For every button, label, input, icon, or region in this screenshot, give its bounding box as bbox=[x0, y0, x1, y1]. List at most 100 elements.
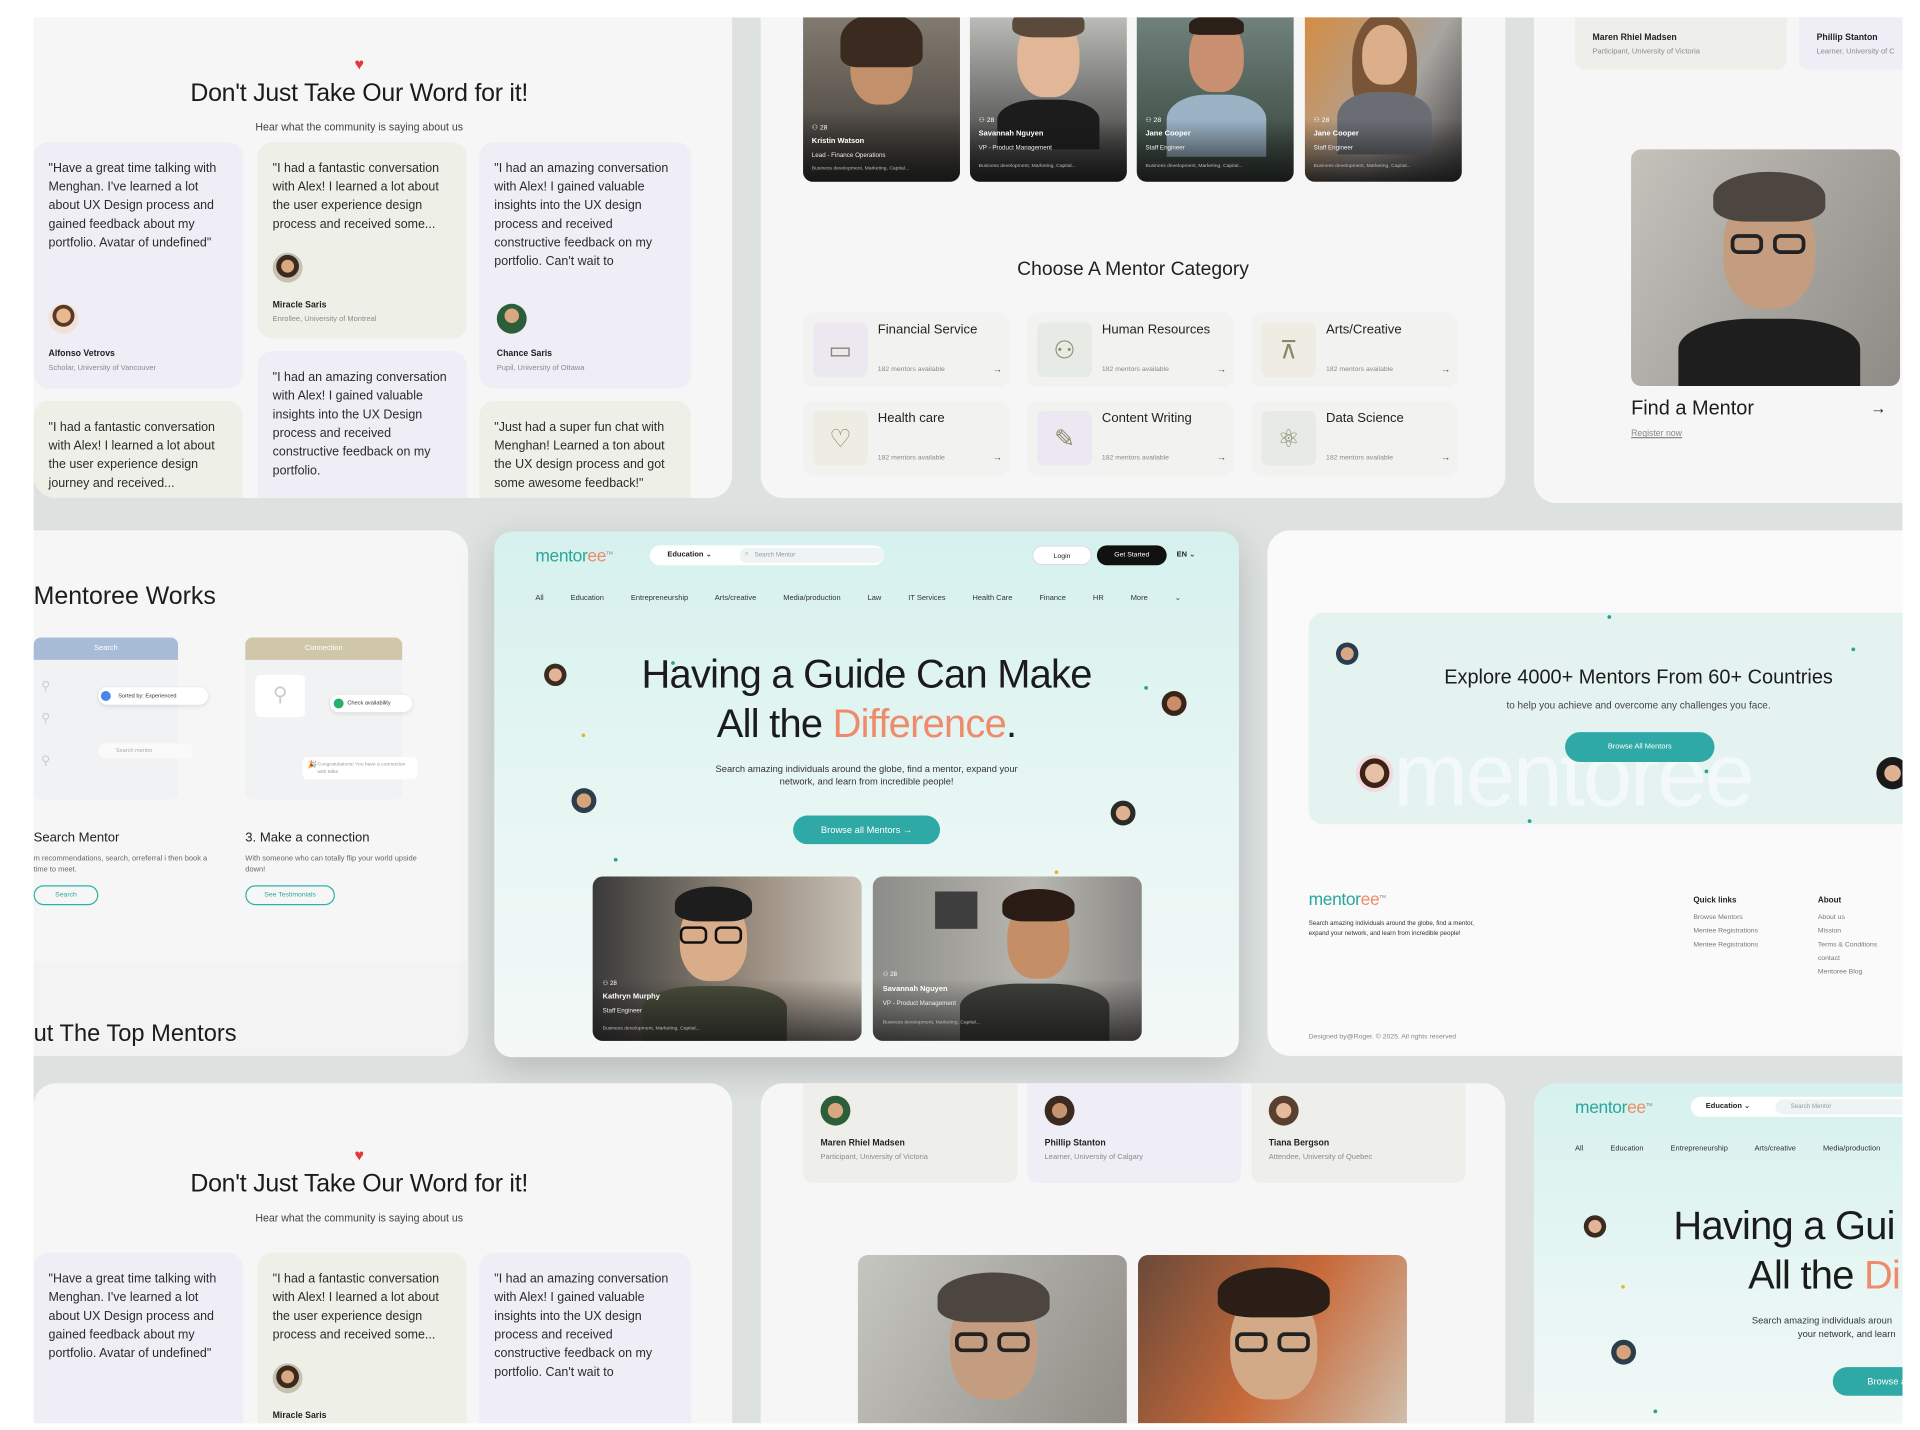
mentor-count: ⚇ 28 bbox=[978, 117, 995, 125]
footer-link[interactable]: Mentee Registrations bbox=[1693, 939, 1758, 953]
find-mentor-title[interactable]: Find a Mentor bbox=[1631, 398, 1754, 420]
nav-item[interactable]: Health Care bbox=[973, 595, 1013, 602]
nav-item[interactable]: Education bbox=[571, 595, 604, 602]
testimonial-card: "I had an amazing conversation with Alex… bbox=[479, 1252, 692, 1424]
category-card-data-science[interactable]: ⚛ Data Science 182 mentors available → bbox=[1251, 400, 1459, 476]
footer-link[interactable]: Mentee Registrations bbox=[1693, 925, 1758, 939]
avatar bbox=[1611, 1339, 1637, 1365]
testimonial-mini: Tiana Bergson Attendee, University of Qu… bbox=[1251, 1083, 1466, 1183]
login-button[interactable]: Login bbox=[1032, 545, 1092, 566]
mentoree-logo[interactable]: mentoreeTM bbox=[535, 545, 613, 565]
mentor-card[interactable]: ⚇ 28 Kristin Watson Lead - Finance Opera… bbox=[803, 17, 960, 182]
mentor-card[interactable]: ⚇ 28 Jane Cooper Staff Engineer Business… bbox=[1136, 17, 1294, 182]
see-testimonials-button[interactable]: See Testimonials bbox=[245, 885, 335, 906]
search-illustration: Search ⚲ ⚲ ⚲ Sorted by: Experienced Sear… bbox=[33, 637, 208, 800]
browse-all-mentors-button[interactable]: Browse All Mentors bbox=[1565, 732, 1715, 763]
card-tab: Search bbox=[33, 637, 179, 660]
sort-chip[interactable]: Sorted by: Experienced bbox=[98, 687, 208, 705]
education-dropdown[interactable]: Education ⌄ bbox=[1706, 1102, 1750, 1110]
footer-link[interactable]: contact bbox=[1818, 953, 1877, 967]
get-started-button[interactable]: Get Started bbox=[1096, 545, 1167, 566]
mentoree-logo[interactable]: mentoreeTM bbox=[1575, 1097, 1653, 1117]
mentor-photo[interactable] bbox=[1631, 149, 1901, 386]
testimonial-card: "I had a fantastic conversation with Ale… bbox=[257, 1252, 467, 1424]
nav-item[interactable]: HR bbox=[1093, 595, 1104, 602]
search-input[interactable]: Search Mentor bbox=[739, 547, 885, 563]
mentor-tags: Business development, Marketing, Capital… bbox=[602, 1024, 700, 1031]
sort-icon bbox=[100, 691, 111, 701]
mentor-card[interactable]: ⚇ 28 Savannah Nguyen VP - Product Manage… bbox=[872, 876, 1142, 1041]
mentor-card[interactable]: ⚇ 28 Kathryn Murphy Staff Engineer Busin… bbox=[592, 876, 862, 1041]
quick-links: Quick links Browse Mentors Mentee Regist… bbox=[1693, 894, 1758, 953]
nav-item[interactable]: All bbox=[1575, 1145, 1583, 1152]
hand-heart-icon: ♡ bbox=[813, 410, 868, 466]
search-button[interactable]: Search bbox=[33, 885, 99, 906]
mentor-role: VP - Product Management bbox=[882, 999, 957, 1008]
search-bar[interactable]: Education ⌄ Search Mentor bbox=[1690, 1096, 1903, 1117]
nav-item[interactable]: Arts/creative bbox=[1754, 1145, 1796, 1152]
atom-icon: ⚛ bbox=[1261, 410, 1317, 466]
mentor-name: Kristin Watson bbox=[811, 138, 865, 146]
footer-link[interactable]: About us bbox=[1818, 911, 1877, 925]
hero-description: Search amazing individuals aroun bbox=[1751, 1314, 1893, 1327]
hero-panel-crop: mentoreeTM Education ⌄ Search Mentor All… bbox=[1533, 1083, 1903, 1424]
education-dropdown[interactable]: Education ⌄ bbox=[667, 550, 711, 559]
easel-icon: ⊼ bbox=[1261, 322, 1317, 378]
search-bar[interactable]: Education ⌄ Search Mentor ⌕ bbox=[649, 545, 885, 566]
browse-mentors-button[interactable]: Browse all bbox=[1832, 1367, 1903, 1396]
user-icon: ⚲ bbox=[255, 674, 306, 718]
nav-item[interactable]: Media/production bbox=[783, 595, 840, 602]
nav-item[interactable]: All bbox=[535, 595, 543, 602]
arrow-right-icon[interactable]: → bbox=[1870, 398, 1886, 417]
avatar bbox=[1268, 1095, 1299, 1126]
search-input[interactable]: Search Mentor bbox=[1775, 1099, 1903, 1115]
mentor-card[interactable]: ⚇ 28 Savannah Nguyen VP - Product Manage… bbox=[969, 17, 1127, 182]
testimonial-mini: Maren Rhiel Madsen Participant, Universi… bbox=[1575, 17, 1787, 70]
mentor-card[interactable]: ⚇ 28 Jane Cooper Staff Engineer Business… bbox=[1304, 17, 1462, 182]
section-heading: Mentoree Works bbox=[33, 582, 216, 611]
nav-item[interactable]: Finance bbox=[1039, 595, 1066, 602]
search-mentor-field[interactable]: Search mentor bbox=[98, 743, 193, 759]
connection-illustration: Connection ⚲ Check availability Congratu… bbox=[245, 637, 418, 800]
category-card-health[interactable]: ♡ Health care 182 mentors available → bbox=[803, 400, 1010, 476]
mentor-count: ⚇ 28 bbox=[602, 979, 617, 988]
language-select[interactable]: EN ⌄ bbox=[1177, 550, 1196, 559]
footer-link[interactable]: Browse Mentors bbox=[1693, 911, 1758, 925]
mentor-tags: Business development, Marketing, Capital… bbox=[882, 1018, 980, 1025]
footer-link[interactable]: Terms & Conditions bbox=[1818, 939, 1877, 953]
author-role: Scholar, University of Vancouver bbox=[48, 364, 156, 373]
testimonial-mini: Maren Rhiel Madsen Participant, Universi… bbox=[803, 1083, 1018, 1183]
nav-item[interactable]: Law bbox=[868, 595, 882, 602]
mentor-photo[interactable] bbox=[1138, 1255, 1407, 1424]
register-link[interactable]: Register now bbox=[1631, 430, 1682, 439]
nav-item[interactable]: IT Services bbox=[908, 595, 945, 602]
footer-link[interactable]: Mission bbox=[1818, 925, 1877, 939]
browse-mentors-button[interactable]: Browse all Mentors → bbox=[793, 815, 941, 845]
avatar bbox=[272, 1363, 303, 1394]
nav-item[interactable]: Education bbox=[1610, 1145, 1643, 1152]
category-title: Data Science bbox=[1326, 410, 1404, 426]
category-card-writing[interactable]: ✎ Content Writing 182 mentors available … bbox=[1027, 400, 1234, 476]
mentor-photo[interactable] bbox=[857, 1255, 1127, 1424]
hero-panel: mentoreeTM Education ⌄ Search Mentor ⌕ L… bbox=[494, 531, 1239, 1058]
category-card-arts[interactable]: ⊼ Arts/Creative 182 mentors available → bbox=[1251, 312, 1459, 388]
nav-item[interactable]: Entrepreneurship bbox=[631, 595, 688, 602]
category-card-hr[interactable]: ⚇ Human Resources 182 mentors available … bbox=[1027, 312, 1234, 388]
mentoree-logo[interactable]: mentoreeTM bbox=[1309, 889, 1387, 909]
testimonial-quote: "Have a great time talking with Menghan.… bbox=[48, 1272, 217, 1361]
footer-link[interactable]: Mentoree Blog bbox=[1818, 966, 1877, 980]
category-count: 182 mentors available bbox=[1101, 366, 1169, 374]
nav-item[interactable]: Arts/creative bbox=[715, 595, 757, 602]
nav-item[interactable]: Entrepreneurship bbox=[1671, 1145, 1728, 1152]
category-card-financial[interactable]: ▭ Financial Service 182 mentors availabl… bbox=[803, 312, 1010, 388]
avatar bbox=[571, 788, 597, 814]
testimonial-card: "I had a fantastic conversation with Ale… bbox=[33, 400, 243, 499]
nav-item[interactable]: Media/production bbox=[1823, 1145, 1880, 1152]
mentors-panel: Maren Rhiel Madsen Participant, Universi… bbox=[760, 1083, 1506, 1424]
nav-more[interactable]: More ⌄ bbox=[1131, 595, 1181, 602]
author-name: Tiana Bergson bbox=[1268, 1139, 1330, 1148]
avatar bbox=[496, 303, 527, 334]
people-network-icon: ⚇ bbox=[1037, 322, 1092, 378]
about-links: About About us Mission Terms & Condition… bbox=[1818, 894, 1877, 980]
how-it-works-panel: Mentoree Works Search ⚲ ⚲ ⚲ Sorted by: E… bbox=[33, 530, 469, 1056]
